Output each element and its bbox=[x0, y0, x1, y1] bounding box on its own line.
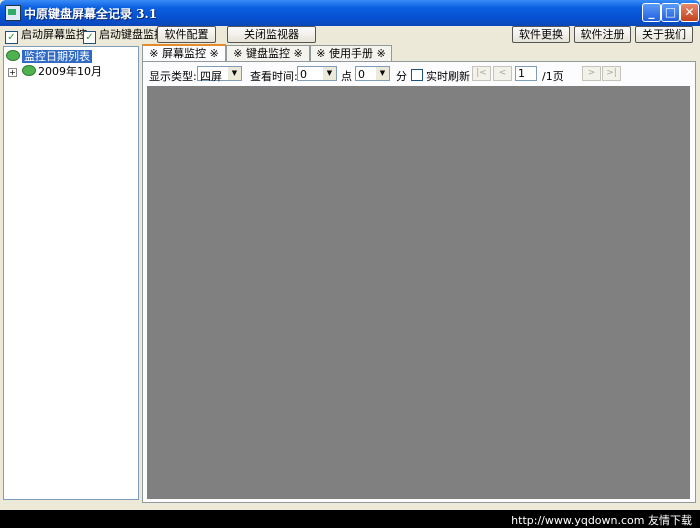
screen-view-area bbox=[147, 86, 690, 499]
check-icon: ✓ bbox=[83, 31, 96, 44]
screen-monitor-label: 启动屏幕监控 bbox=[21, 28, 87, 41]
tree-node-2009-10[interactable]: +2009年10月 bbox=[8, 63, 102, 79]
close-monitor-button[interactable]: 关闭监视器 bbox=[227, 26, 316, 43]
tab-keyboard-monitor[interactable]: ※ 键盘监控 ※ bbox=[226, 45, 310, 62]
toolbar: ✓ 启动屏幕监控 ✓ 启动键盘监控 软件配置 关闭监视器 软件更换 软件注册 关于我… bbox=[0, 26, 700, 44]
main-area: ※ 屏幕监控 ※ ※ 键盘监控 ※ ※ 使用手册 ※ 显示类型: 四屏 ▼ 查看… bbox=[140, 43, 697, 503]
view-time-label: 查看时间: bbox=[250, 70, 298, 83]
app-window: 中原键盘屏幕全记录 3.1 _ □ ✕ ✓ 启动屏幕监控 ✓ 启动键盘监控 软件配置… bbox=[0, 0, 700, 510]
watermark-bar: http://www.yqdown.com 友情下载 bbox=[0, 510, 700, 528]
hour-value: 0 bbox=[300, 68, 307, 81]
watermark-text: http://www.yqdown.com 友情下载 bbox=[511, 514, 692, 527]
first-page-button[interactable]: |< bbox=[472, 66, 491, 81]
chevron-down-icon: ▼ bbox=[228, 67, 241, 80]
realtime-refresh-label: 实时刷新 bbox=[426, 70, 470, 83]
screen-monitor-panel: 显示类型: 四屏 ▼ 查看时间: 0 ▼ 点 0 ▼ 分 实时刷新 |< < 1… bbox=[142, 61, 696, 503]
page-number-input[interactable]: 1 bbox=[515, 66, 537, 81]
app-icon bbox=[5, 5, 21, 21]
display-type-label: 显示类型: bbox=[149, 70, 197, 83]
minute-value: 0 bbox=[358, 68, 365, 81]
tab-manual[interactable]: ※ 使用手册 ※ bbox=[310, 45, 392, 62]
check-icon: ✓ bbox=[5, 31, 18, 44]
close-button[interactable]: ✕ bbox=[680, 3, 699, 22]
software-config-button[interactable]: 软件配置 bbox=[157, 26, 216, 43]
chevron-down-icon: ▼ bbox=[323, 67, 336, 80]
display-type-value: 四屏 bbox=[200, 70, 222, 83]
window-title: 中原键盘屏幕全记录 3.1 bbox=[24, 7, 158, 21]
chevron-down-icon: ▼ bbox=[376, 67, 389, 80]
minimize-button[interactable]: _ bbox=[642, 3, 661, 22]
about-button[interactable]: 关于我们 bbox=[635, 26, 693, 43]
folder-icon bbox=[22, 65, 36, 76]
keyboard-monitor-label: 启动键盘监控 bbox=[99, 28, 165, 41]
next-page-button[interactable]: > bbox=[582, 66, 601, 81]
minute-select[interactable]: 0 ▼ bbox=[355, 66, 390, 81]
checkbox-icon bbox=[411, 69, 423, 81]
title-bar: 中原键盘屏幕全记录 3.1 _ □ ✕ bbox=[0, 0, 700, 26]
date-tree[interactable]: 监控日期列表 +2009年10月 bbox=[3, 46, 139, 500]
expand-icon[interactable]: + bbox=[8, 68, 17, 77]
minute-unit: 分 bbox=[396, 70, 407, 83]
tree-root-label: 监控日期列表 bbox=[22, 50, 92, 63]
tree-root-node[interactable]: 监控日期列表 bbox=[6, 48, 92, 64]
software-register-button[interactable]: 软件注册 bbox=[574, 26, 631, 43]
hour-unit: 点 bbox=[341, 70, 352, 83]
software-update-button[interactable]: 软件更换 bbox=[512, 26, 570, 43]
control-row: 显示类型: 四屏 ▼ 查看时间: 0 ▼ 点 0 ▼ 分 实时刷新 |< < 1… bbox=[143, 62, 695, 84]
realtime-refresh-checkbox[interactable]: 实时刷新 bbox=[411, 68, 470, 84]
folder-icon bbox=[6, 50, 20, 61]
tree-node-label: 2009年10月 bbox=[38, 65, 102, 78]
maximize-button[interactable]: □ bbox=[661, 3, 680, 22]
display-type-select[interactable]: 四屏 ▼ bbox=[197, 66, 242, 83]
prev-page-button[interactable]: < bbox=[493, 66, 512, 81]
page-total: /1页 bbox=[542, 70, 564, 83]
last-page-button[interactable]: >| bbox=[602, 66, 621, 81]
hour-select[interactable]: 0 ▼ bbox=[297, 66, 337, 81]
screen-monitor-checkbox[interactable]: ✓ 启动屏幕监控 bbox=[5, 28, 87, 44]
keyboard-monitor-checkbox[interactable]: ✓ 启动键盘监控 bbox=[83, 28, 165, 44]
